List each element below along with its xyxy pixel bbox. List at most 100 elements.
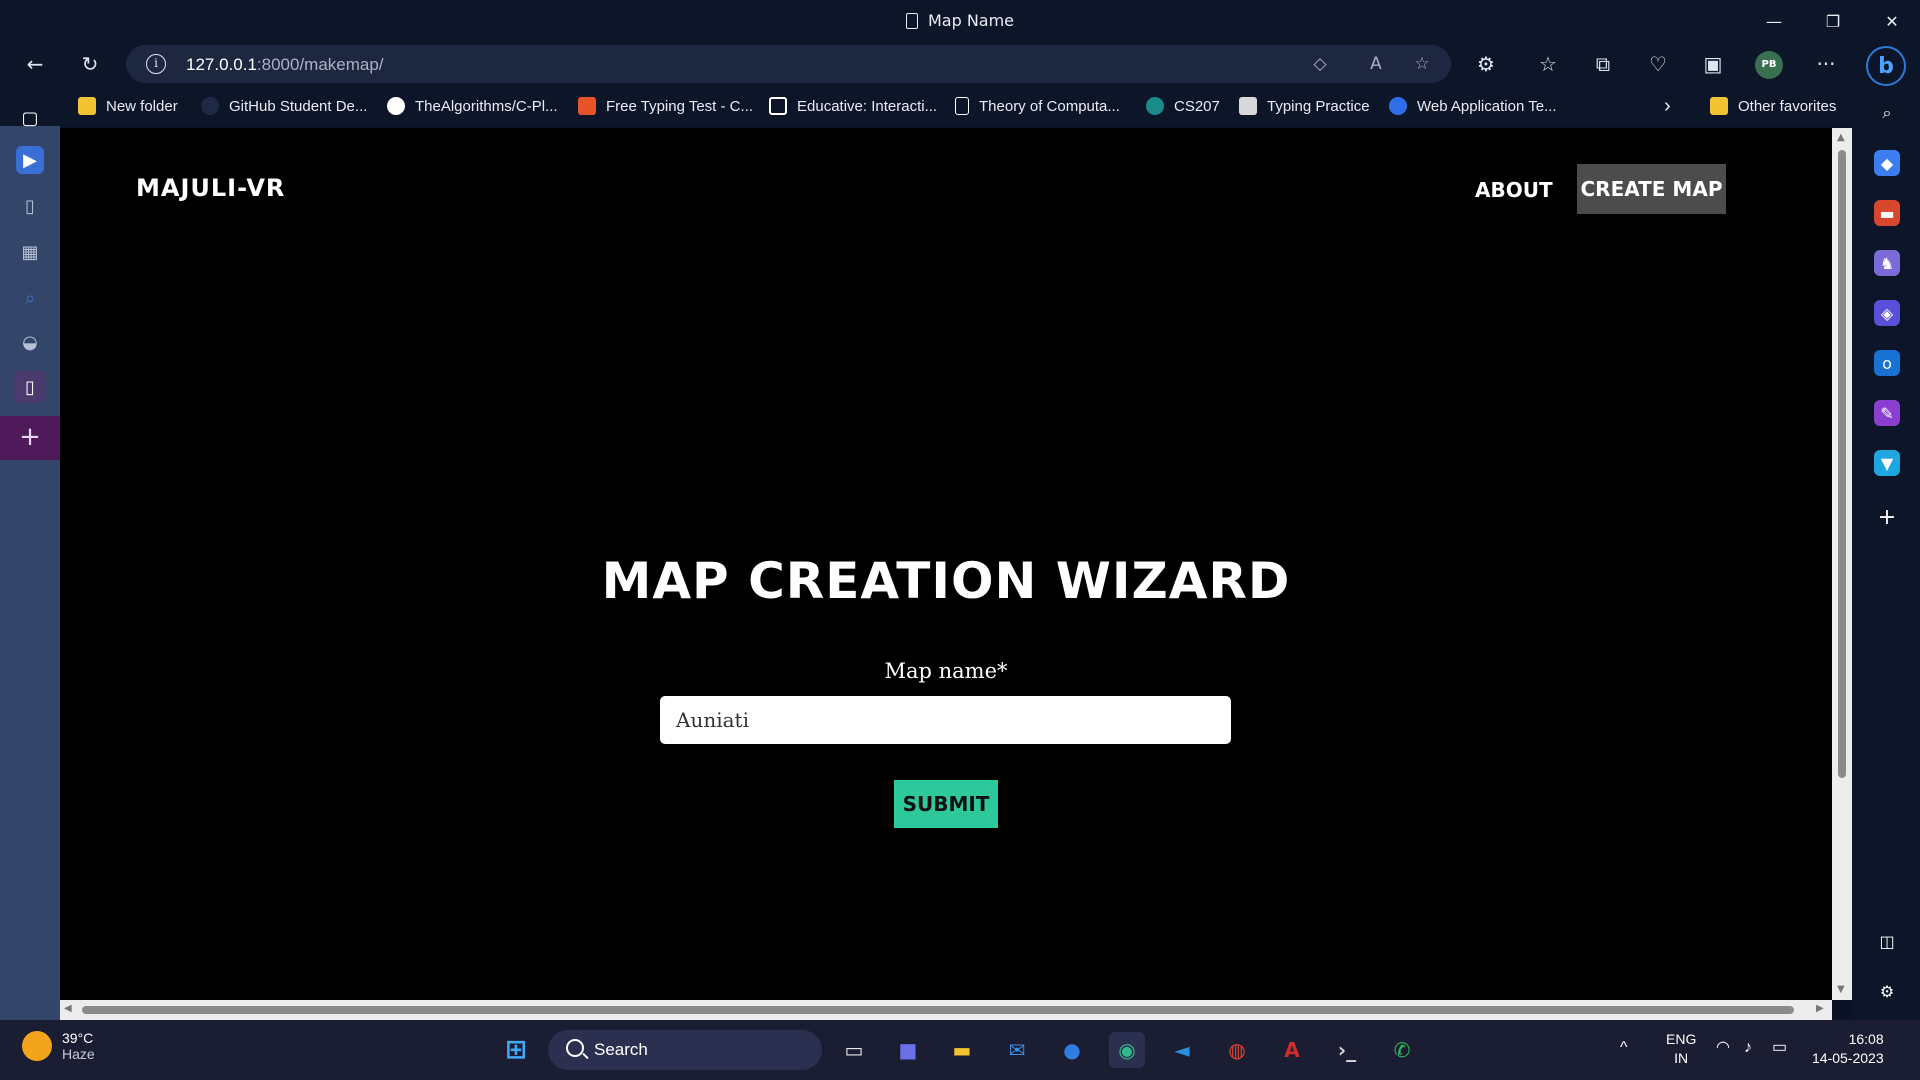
- scroll-right-arrow[interactable]: ▶: [1816, 1003, 1824, 1014]
- url-host: 127.0.0.1: [186, 55, 257, 74]
- shopping-tag-icon[interactable]: ◆: [1874, 150, 1900, 176]
- file-explorer-icon[interactable]: ▬: [944, 1032, 980, 1068]
- scroll-down-arrow[interactable]: ▼: [1837, 984, 1845, 995]
- tab-gamepad-icon[interactable]: ◒: [14, 326, 46, 358]
- favorite-item[interactable]: New folder: [78, 95, 178, 117]
- site-info-icon[interactable]: i: [146, 54, 166, 74]
- tag-icon[interactable]: ◇: [1306, 51, 1334, 77]
- favorites-overflow-chevron[interactable]: ›: [1664, 95, 1671, 117]
- minimize-button[interactable]: —: [1746, 0, 1802, 42]
- url-text[interactable]: 127.0.0.1:8000/makemap/: [186, 55, 384, 75]
- sidebar-settings-icon[interactable]: ⚙: [1874, 978, 1900, 1004]
- taskbar-search-label: Search: [594, 1040, 648, 1059]
- weather-widget[interactable]: 39°C Haze: [22, 1030, 95, 1062]
- title-bar: Map Name — ❐ ✕: [0, 0, 1920, 42]
- favorite-item[interactable]: Typing Practice: [1239, 95, 1370, 117]
- favorite-item[interactable]: Other favorites: [1710, 95, 1836, 117]
- favorite-item[interactable]: CS207: [1146, 95, 1220, 117]
- microsoft-365-icon[interactable]: ◈: [1874, 300, 1900, 326]
- more-menu-button[interactable]: ···: [1808, 48, 1844, 80]
- submit-button[interactable]: SUBMIT: [894, 780, 998, 828]
- collections-icon[interactable]: ⧉: [1585, 48, 1621, 80]
- new-tab-button[interactable]: +: [0, 416, 60, 460]
- nav-about-link[interactable]: ABOUT: [1475, 178, 1553, 202]
- task-view-icon[interactable]: ▭: [836, 1032, 872, 1068]
- sharepoint-icon: [1146, 97, 1164, 115]
- vscode-icon[interactable]: ◄: [1164, 1032, 1200, 1068]
- back-button[interactable]: ←: [17, 48, 53, 80]
- hide-sidebar-icon[interactable]: ◫: [1874, 928, 1900, 954]
- volume-icon[interactable]: ♪: [1744, 1038, 1752, 1057]
- edge-sidebar: ⌕ ◆ ▬ ♞ ◈ o ✎ ▼ + ◫ ⚙: [1852, 86, 1920, 1020]
- extensions-icon[interactable]: ⚙: [1468, 48, 1504, 80]
- mail-icon[interactable]: ✉: [999, 1032, 1035, 1068]
- favorite-label: Educative: Interacti...: [797, 97, 938, 115]
- favorite-label: Free Typing Test - C...: [606, 97, 754, 115]
- favorites-icon[interactable]: ☆: [1530, 48, 1566, 80]
- favorite-label: Theory of Computa...: [979, 97, 1120, 115]
- page-viewport: MAJULI-VR ABOUT CREATE MAP MAP CREATION …: [60, 128, 1832, 1000]
- wifi-icon[interactable]: ◠: [1716, 1038, 1730, 1057]
- site-brand[interactable]: MAJULI-VR: [136, 174, 285, 202]
- whatsapp-icon[interactable]: ✆: [1384, 1032, 1420, 1068]
- horizontal-scroll-thumb[interactable]: [82, 1006, 1794, 1014]
- read-aloud-icon[interactable]: A: [1362, 51, 1390, 77]
- teams-chat-icon[interactable]: ■: [890, 1032, 926, 1068]
- language-top: ENG: [1666, 1031, 1697, 1047]
- add-sidebar-app-icon[interactable]: +: [1874, 504, 1900, 530]
- address-bar[interactable]: i 127.0.0.1:8000/makemap/ ◇ A ☆: [126, 45, 1451, 83]
- tab-actions-icon[interactable]: ▢: [14, 102, 46, 134]
- tab-calendar-icon[interactable]: ▦: [14, 236, 46, 268]
- tab-active-page-icon[interactable]: ▯: [14, 371, 46, 403]
- favorite-item[interactable]: Web Application Te...: [1389, 95, 1557, 117]
- battery-icon[interactable]: ▭: [1772, 1038, 1787, 1057]
- refresh-button[interactable]: ↻: [72, 48, 108, 80]
- vertical-scrollbar[interactable]: ▲ ▼: [1832, 128, 1852, 1000]
- favorite-item[interactable]: Free Typing Test - C...: [578, 95, 753, 117]
- chrome-icon[interactable]: ◍: [1219, 1032, 1255, 1068]
- performance-icon[interactable]: ♡: [1640, 48, 1676, 80]
- restore-button[interactable]: ❐: [1805, 0, 1861, 42]
- taskbar-search[interactable]: Search: [548, 1030, 822, 1070]
- favorite-item[interactable]: GitHub Student De...: [201, 95, 367, 117]
- clock[interactable]: 16:08 14-05-2023: [1812, 1030, 1884, 1068]
- start-button[interactable]: ⊞: [498, 1032, 534, 1068]
- terminal-icon[interactable]: ›_: [1329, 1032, 1365, 1068]
- map-name-input[interactable]: [660, 696, 1231, 744]
- acrobat-icon[interactable]: A: [1274, 1032, 1310, 1068]
- scroll-up-arrow[interactable]: ▲: [1837, 132, 1845, 143]
- screenshot-icon[interactable]: ▣: [1695, 48, 1731, 80]
- nav-create-map-link[interactable]: CREATE MAP: [1577, 164, 1726, 214]
- tools-icon[interactable]: ▬: [1874, 200, 1900, 226]
- designer-icon[interactable]: ✎: [1874, 400, 1900, 426]
- favorite-item[interactable]: TheAlgorithms/C-Pl...: [387, 95, 558, 117]
- favorite-label: GitHub Student De...: [229, 97, 368, 115]
- add-favorite-icon[interactable]: ☆: [1408, 51, 1436, 77]
- edge-icon[interactable]: ◉: [1109, 1032, 1145, 1068]
- vertical-tabs-sidebar: ▢ ▶ ▯ ▦ ⌕ ◒ ▯ +: [0, 86, 60, 1020]
- close-button[interactable]: ✕: [1864, 0, 1920, 42]
- tab-page-icon[interactable]: ▯: [14, 190, 46, 222]
- tab-media-icon[interactable]: ▶: [16, 146, 44, 174]
- page-title: MAP CREATION WIZARD: [601, 552, 1291, 610]
- clock-time: 16:08: [1848, 1031, 1884, 1047]
- firefox-icon[interactable]: ●: [1054, 1032, 1090, 1068]
- search-icon[interactable]: ⌕: [1874, 100, 1900, 126]
- tab-search-icon[interactable]: ⌕: [14, 282, 46, 314]
- browser-toolbar: ← ↻ i 127.0.0.1:8000/makemap/ ◇ A ☆ ⚙ ☆ …: [0, 42, 1920, 86]
- favorite-label: CS207: [1174, 97, 1220, 115]
- games-icon[interactable]: ♞: [1874, 250, 1900, 276]
- show-hidden-icons-chevron[interactable]: ^: [1620, 1038, 1628, 1057]
- vertical-scroll-thumb[interactable]: [1838, 150, 1846, 778]
- favorite-item[interactable]: Theory of Computa...: [955, 95, 1120, 117]
- url-path: :8000/makemap/: [256, 55, 384, 74]
- favorite-item[interactable]: Educative: Interacti...: [769, 95, 937, 117]
- folder-icon: [1710, 97, 1728, 115]
- scroll-left-arrow[interactable]: ◀: [64, 1003, 72, 1014]
- language-indicator[interactable]: ENG IN: [1666, 1030, 1696, 1068]
- drop-icon[interactable]: ▼: [1874, 450, 1900, 476]
- bing-chat-icon[interactable]: b: [1866, 46, 1906, 86]
- profile-avatar[interactable]: PB: [1755, 51, 1783, 79]
- outlook-icon[interactable]: o: [1874, 350, 1900, 376]
- horizontal-scrollbar[interactable]: ◀ ▶: [60, 1000, 1832, 1020]
